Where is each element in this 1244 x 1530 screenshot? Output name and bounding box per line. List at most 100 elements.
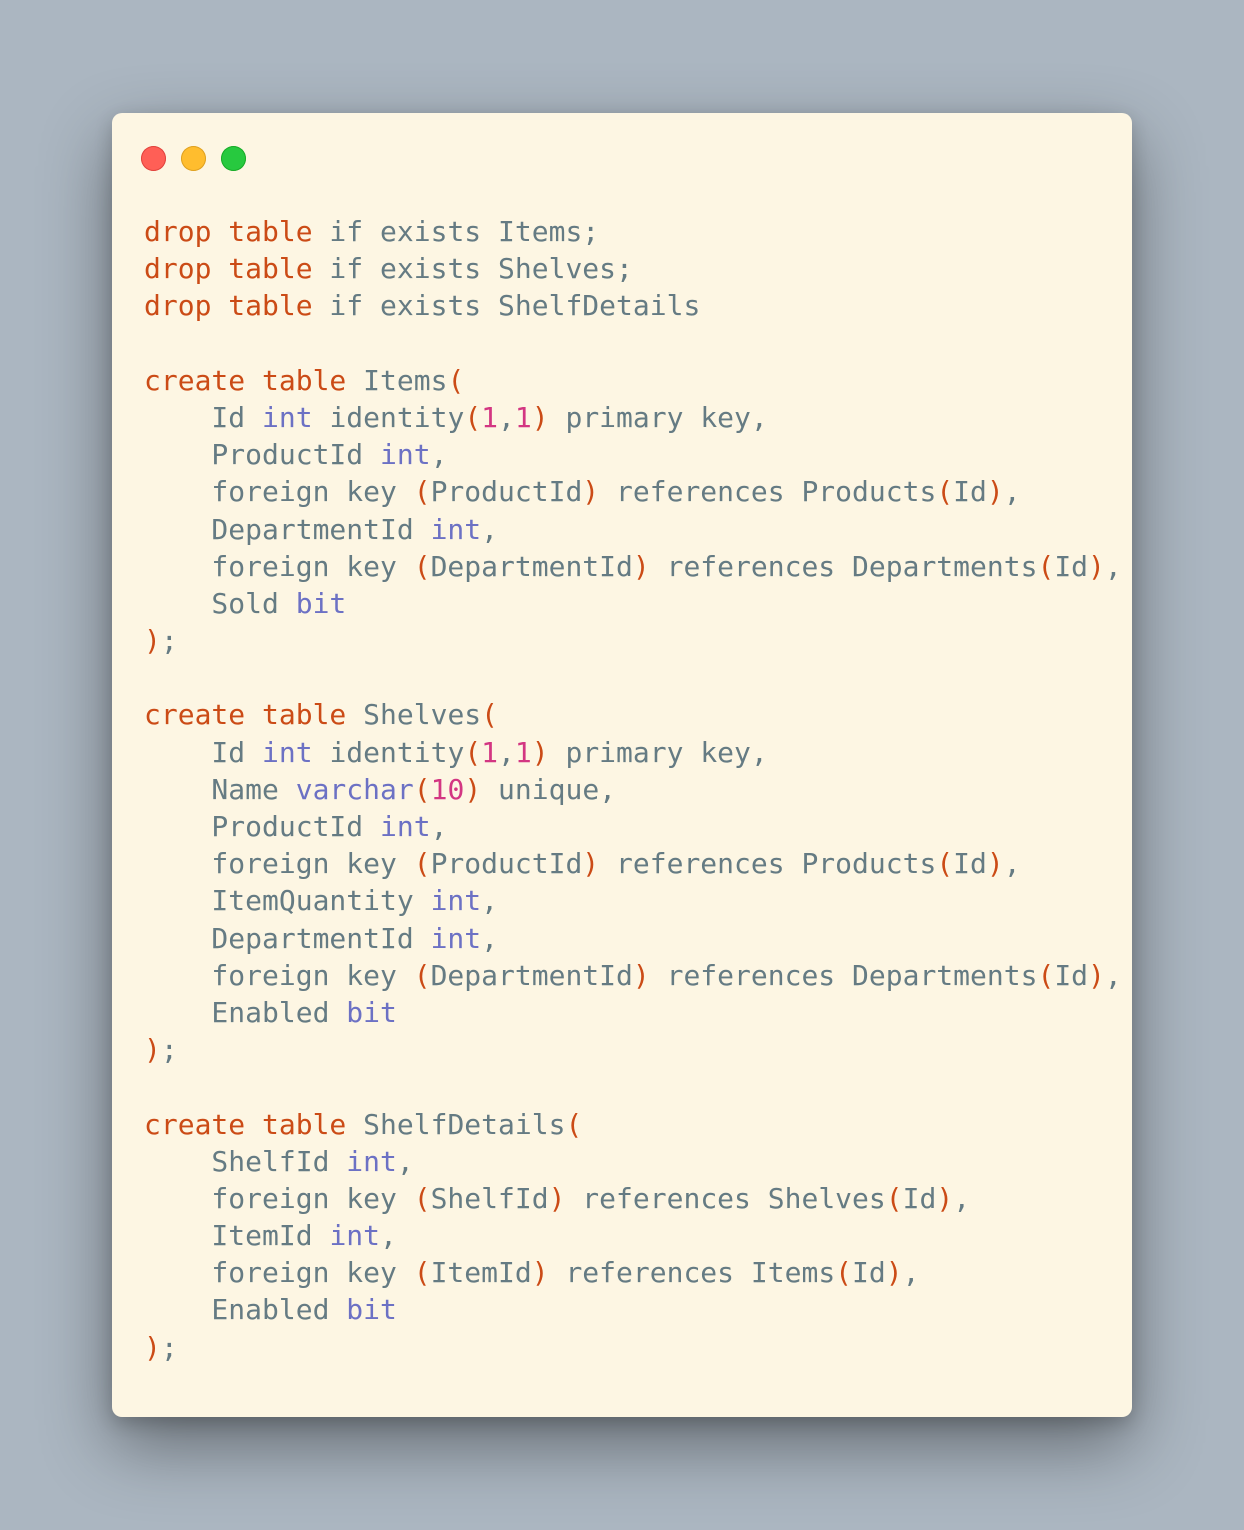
code-token: foreign key	[144, 475, 414, 509]
code-token: references Products	[599, 475, 937, 509]
code-line: create table Shelves(	[144, 696, 1122, 733]
code-token: int	[329, 1219, 381, 1253]
code-token: create table	[144, 698, 347, 732]
code-token: ShelfDetails	[346, 1107, 566, 1141]
code-token: if exists ShelfDetails	[312, 289, 701, 323]
code-line: );	[144, 622, 1122, 659]
code-line: ItemQuantity int,	[144, 882, 1122, 919]
code-token: create table	[144, 363, 347, 397]
code-token: ,	[1104, 549, 1122, 583]
code-token: 1	[514, 400, 532, 434]
code-token: (	[835, 1256, 853, 1290]
code-token: drop table	[144, 289, 313, 323]
code-line: DepartmentId int,	[144, 511, 1122, 548]
code-token: bit	[346, 995, 397, 1029]
code-token: Name	[144, 772, 296, 806]
code-token: (	[1037, 958, 1055, 992]
code-token: ,	[430, 438, 448, 472]
code-token: ProductId	[430, 847, 583, 881]
code-token: ;	[160, 1033, 178, 1067]
code-token: ItemId	[144, 1219, 330, 1253]
code-token: ,	[498, 400, 515, 434]
code-token: int	[262, 735, 313, 769]
code-token: int	[380, 810, 431, 843]
code-token: int	[430, 884, 482, 918]
code-line: );	[144, 1329, 1122, 1366]
code-token: ProductId	[144, 810, 381, 843]
code-token: ItemId	[430, 1256, 532, 1290]
code-token: bit	[346, 1293, 397, 1327]
code-token: )	[986, 475, 1004, 509]
code-token: Id	[852, 1256, 886, 1290]
code-token: )	[885, 1256, 903, 1290]
code-token: ,	[498, 735, 515, 769]
code-line: foreign key (DepartmentId) references De…	[144, 957, 1121, 994]
code-token: )	[986, 847, 1004, 881]
code-token: (	[413, 475, 431, 509]
code-token: DepartmentId	[144, 921, 431, 955]
code-token: ProductId	[144, 438, 381, 472]
code-line: );	[144, 1031, 1122, 1068]
code-token: identity	[312, 400, 465, 434]
code-token: int	[430, 512, 482, 546]
code-token: Enabled	[144, 995, 347, 1029]
code-token: foreign key	[144, 549, 414, 583]
code-token: Items	[346, 363, 448, 397]
close-window-icon[interactable]	[141, 145, 166, 171]
code-token: create table	[144, 1107, 347, 1141]
code-token: int	[380, 438, 431, 472]
code-token: (	[885, 1181, 903, 1215]
code-line: ​	[144, 1068, 1122, 1105]
code-token: )	[144, 1033, 161, 1067]
code-block: drop table if exists Items; drop table if…	[144, 213, 1122, 1366]
code-token: int	[430, 921, 482, 955]
code-token: int	[346, 1144, 397, 1178]
code-token: Id	[1054, 958, 1089, 992]
code-token: primary key,	[548, 735, 768, 769]
code-line: foreign key (DepartmentId) references De…	[144, 548, 1122, 585]
code-token: )	[464, 772, 482, 806]
code-token: bit	[295, 586, 347, 620]
code-token: references Shelves	[565, 1181, 886, 1215]
code-token: DepartmentId	[430, 549, 633, 583]
code-token: Sold	[144, 586, 296, 620]
code-token: )	[548, 1181, 566, 1215]
code-window: drop table if exists Items; drop table if…	[112, 113, 1132, 1417]
code-token: references Departments	[649, 958, 1038, 992]
code-line: drop table if exists Items;	[144, 213, 1122, 250]
code-line: drop table if exists Shelves;	[144, 250, 1122, 287]
code-line: foreign key (ProductId) references Produ…	[144, 473, 1122, 510]
code-token: )	[531, 735, 549, 769]
code-token: (	[413, 1256, 431, 1290]
code-token: ,	[481, 921, 499, 955]
code-line: foreign key (ItemId) references Items(Id…	[144, 1254, 1122, 1291]
code-token: ,	[953, 1181, 971, 1215]
code-token: )	[144, 1330, 161, 1364]
code-token: ,	[430, 810, 448, 843]
code-token: ItemQuantity	[144, 884, 431, 918]
code-token: drop table	[144, 252, 313, 286]
code-token: ,	[902, 1256, 920, 1290]
code-token: references Departments	[649, 549, 1038, 583]
code-token: (	[413, 549, 431, 583]
code-token: ;	[160, 624, 178, 658]
code-line: ProductId int,	[144, 808, 1122, 845]
code-token: ShelfId	[144, 1144, 347, 1178]
code-token: Enabled	[144, 1293, 347, 1327]
code-line: ​	[144, 325, 1122, 362]
code-token: )	[632, 549, 650, 583]
code-token: references Products	[599, 847, 937, 881]
code-token: ,	[380, 1219, 397, 1253]
code-line: DepartmentId int,	[144, 920, 1122, 957]
code-line: Enabled bit	[144, 994, 1122, 1031]
code-token: (	[481, 698, 499, 732]
code-token: )	[1088, 549, 1105, 583]
maximize-window-icon[interactable]	[221, 145, 246, 171]
code-token: )	[1088, 958, 1105, 992]
code-line: ItemId int,	[144, 1217, 1122, 1254]
code-token: Shelves	[346, 698, 482, 732]
code-line: Enabled bit	[144, 1291, 1122, 1328]
code-line: Id int identity(1,1) primary key,	[144, 734, 1122, 771]
minimize-window-icon[interactable]	[181, 145, 206, 171]
code-token: )	[531, 1256, 549, 1290]
